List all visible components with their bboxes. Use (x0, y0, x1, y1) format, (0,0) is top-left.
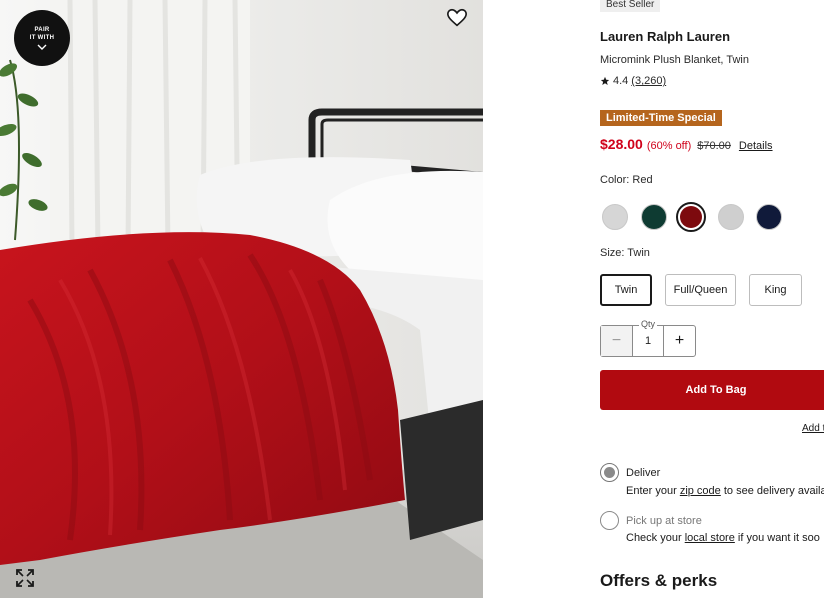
deliver-title: Deliver (626, 467, 661, 479)
price-row: $28.00 (60% off) $70.00 Details (600, 136, 773, 152)
brand-link[interactable]: Lauren Ralph Lauren (600, 29, 730, 44)
deliver-radio[interactable] (600, 463, 619, 482)
chevron-down-icon (37, 44, 47, 50)
best-seller-badge: Best Seller (600, 0, 661, 12)
sale-price: $28.00 (600, 136, 643, 152)
expand-icon[interactable] (15, 568, 35, 588)
original-price: $70.00 (697, 140, 731, 152)
pair-badge-line1: PAIR (34, 27, 50, 33)
offers-heading: Offers & perks (600, 571, 718, 590)
heart-icon[interactable] (446, 7, 468, 29)
promo-badge: Limited-Time Special (600, 110, 722, 126)
bedroom-photo (0, 0, 483, 598)
color-label: Color: Red (600, 174, 653, 186)
zip-code-link[interactable]: zip code (680, 485, 721, 497)
color-swatches (602, 202, 788, 232)
add-to-bag-button[interactable]: Add To Bag (600, 370, 824, 410)
size-twin-button[interactable]: Twin (600, 274, 652, 306)
local-store-link[interactable]: local store (685, 532, 735, 544)
size-label: Size: Twin (600, 247, 650, 259)
pickup-radio[interactable] (600, 511, 619, 530)
swatch-light-gray[interactable] (602, 204, 628, 230)
plus-icon[interactable]: + (663, 326, 695, 356)
review-count-link[interactable]: (3,260) (631, 75, 666, 87)
size-full-queen-button[interactable]: Full/Queen (665, 274, 736, 306)
rating: 4.4 (3,260) (600, 75, 666, 87)
minus-icon[interactable]: − (601, 326, 633, 356)
swatch-silver[interactable] (718, 204, 744, 230)
deliver-subtext: Enter your zip code to see delivery avai… (626, 485, 824, 497)
swatch-red[interactable] (676, 202, 706, 232)
quantity-stepper: − 1 + (600, 325, 696, 357)
quantity-input[interactable]: 1 (633, 326, 663, 356)
pair-badge-line2: IT WITH (29, 35, 55, 41)
pickup-subtext: Check your local store if you want it so… (626, 532, 820, 544)
rating-value: 4.4 (613, 75, 629, 87)
size-king-button[interactable]: King (749, 274, 802, 306)
discount-percent: (60% off) (646, 140, 692, 152)
price-details-link[interactable]: Details (739, 140, 773, 152)
swatch-navy[interactable] (756, 204, 782, 230)
product-details: Best Seller Lauren Ralph Lauren Micromin… (600, 0, 824, 598)
pair-it-with-button[interactable]: PAIR IT WITH (14, 10, 70, 66)
add-to-list-link[interactable]: Add t (802, 423, 824, 434)
swatch-dark-green[interactable] (641, 204, 667, 230)
star-icon (600, 76, 610, 85)
product-image[interactable]: PAIR IT WITH (0, 0, 483, 598)
pickup-title: Pick up at store (626, 515, 702, 527)
product-name: Micromink Plush Blanket, Twin (600, 54, 749, 66)
quantity-label: Qty (639, 319, 658, 329)
